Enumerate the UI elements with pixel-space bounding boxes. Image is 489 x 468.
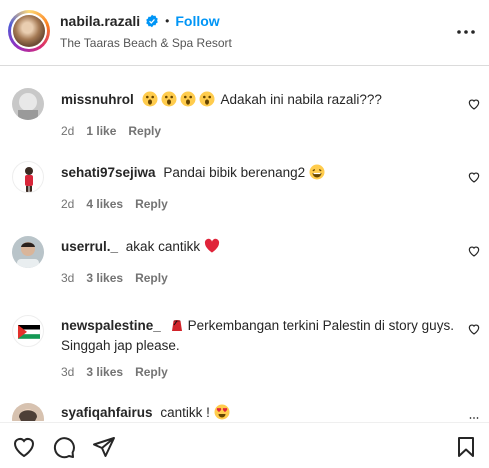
comment-meta: 3d 3 likes Reply bbox=[61, 271, 180, 285]
profile-avatar[interactable] bbox=[8, 10, 50, 52]
comment-username[interactable]: syafiqahfairus bbox=[61, 405, 153, 420]
post-action-bar bbox=[0, 422, 489, 468]
comment-likes[interactable]: 4 likes bbox=[86, 197, 123, 211]
comment-username[interactable]: sehati97sejiwa bbox=[61, 165, 156, 180]
comment-time: 3d bbox=[61, 365, 75, 379]
comment-likes[interactable]: 3 likes bbox=[86, 365, 123, 379]
heart-icon[interactable] bbox=[467, 322, 481, 336]
verified-badge-icon bbox=[146, 14, 158, 28]
fez-hat-emoji-icon bbox=[171, 320, 182, 331]
astonished-face-emoji-icon bbox=[199, 91, 215, 107]
comment-meta: 2d 4 likes Reply bbox=[61, 197, 180, 211]
avatar[interactable] bbox=[12, 236, 44, 268]
comment-username[interactable]: userrul._ bbox=[61, 239, 118, 254]
comment-text: sehati97sejiwa Pandai bibik berenang2 bbox=[61, 163, 461, 183]
more-horizontal-icon[interactable] bbox=[467, 411, 481, 421]
astonished-face-emoji-icon bbox=[180, 91, 196, 107]
comment-text: syafiqahfairus cantikk ! bbox=[61, 403, 461, 421]
heart-icon[interactable] bbox=[467, 170, 481, 184]
post-header: nabila.razali • Follow The Taaras Beach … bbox=[0, 0, 489, 66]
comment-body: Adakah ini nabila razali??? bbox=[220, 92, 382, 107]
heart-eyes-emoji-icon bbox=[214, 404, 230, 420]
laughing-face-emoji-icon bbox=[309, 164, 325, 180]
comment-likes[interactable]: 1 like bbox=[86, 124, 116, 138]
bookmark-icon[interactable] bbox=[454, 435, 478, 459]
post-username[interactable]: nabila.razali bbox=[60, 13, 140, 29]
reply-button[interactable]: Reply bbox=[135, 197, 168, 211]
comment-text: userrul._ akak cantikk bbox=[61, 237, 461, 257]
post-user-row: nabila.razali • Follow bbox=[60, 13, 220, 29]
heart-icon[interactable] bbox=[467, 244, 481, 258]
comment-list[interactable]: missnuhrol Adakah ini nabila razali??? 2… bbox=[0, 67, 489, 421]
heart-icon[interactable] bbox=[12, 435, 36, 459]
heart-icon[interactable] bbox=[467, 97, 481, 111]
reply-button[interactable]: Reply bbox=[135, 365, 168, 379]
post-location[interactable]: The Taaras Beach & Spa Resort bbox=[60, 36, 232, 50]
comment-likes[interactable]: 3 likes bbox=[86, 271, 123, 285]
avatar[interactable] bbox=[12, 161, 44, 193]
separator-dot: • bbox=[165, 14, 170, 28]
comment-time: 2d bbox=[61, 197, 75, 211]
red-heart-emoji-icon bbox=[204, 238, 219, 253]
comment-text: missnuhrol Adakah ini nabila razali??? bbox=[61, 90, 461, 110]
astonished-face-emoji-icon bbox=[142, 91, 158, 107]
comment-username[interactable]: missnuhrol bbox=[61, 92, 134, 107]
reply-button[interactable]: Reply bbox=[135, 271, 168, 285]
avatar[interactable] bbox=[12, 403, 44, 421]
avatar[interactable] bbox=[12, 88, 44, 120]
comment-time: 3d bbox=[61, 271, 75, 285]
astonished-face-emoji-icon bbox=[161, 91, 177, 107]
comment-body: Pandai bibik berenang2 bbox=[163, 165, 306, 180]
comment-text: newspalestine_ Perkembangan terkini Pale… bbox=[61, 316, 461, 356]
avatar[interactable] bbox=[12, 315, 44, 347]
comment-body: akak cantikk bbox=[125, 239, 201, 254]
comment-icon[interactable] bbox=[52, 435, 76, 459]
follow-button[interactable]: Follow bbox=[175, 13, 219, 29]
reply-button[interactable]: Reply bbox=[128, 124, 161, 138]
comment-meta: 2d 1 like Reply bbox=[61, 124, 173, 138]
comment-time: 2d bbox=[61, 124, 75, 138]
send-icon[interactable] bbox=[92, 435, 116, 459]
comment-meta: 3d 3 likes Reply bbox=[61, 365, 180, 379]
comment-body: cantikk ! bbox=[160, 405, 210, 420]
comment-username[interactable]: newspalestine_ bbox=[61, 318, 161, 333]
more-horizontal-icon[interactable] bbox=[456, 24, 476, 40]
